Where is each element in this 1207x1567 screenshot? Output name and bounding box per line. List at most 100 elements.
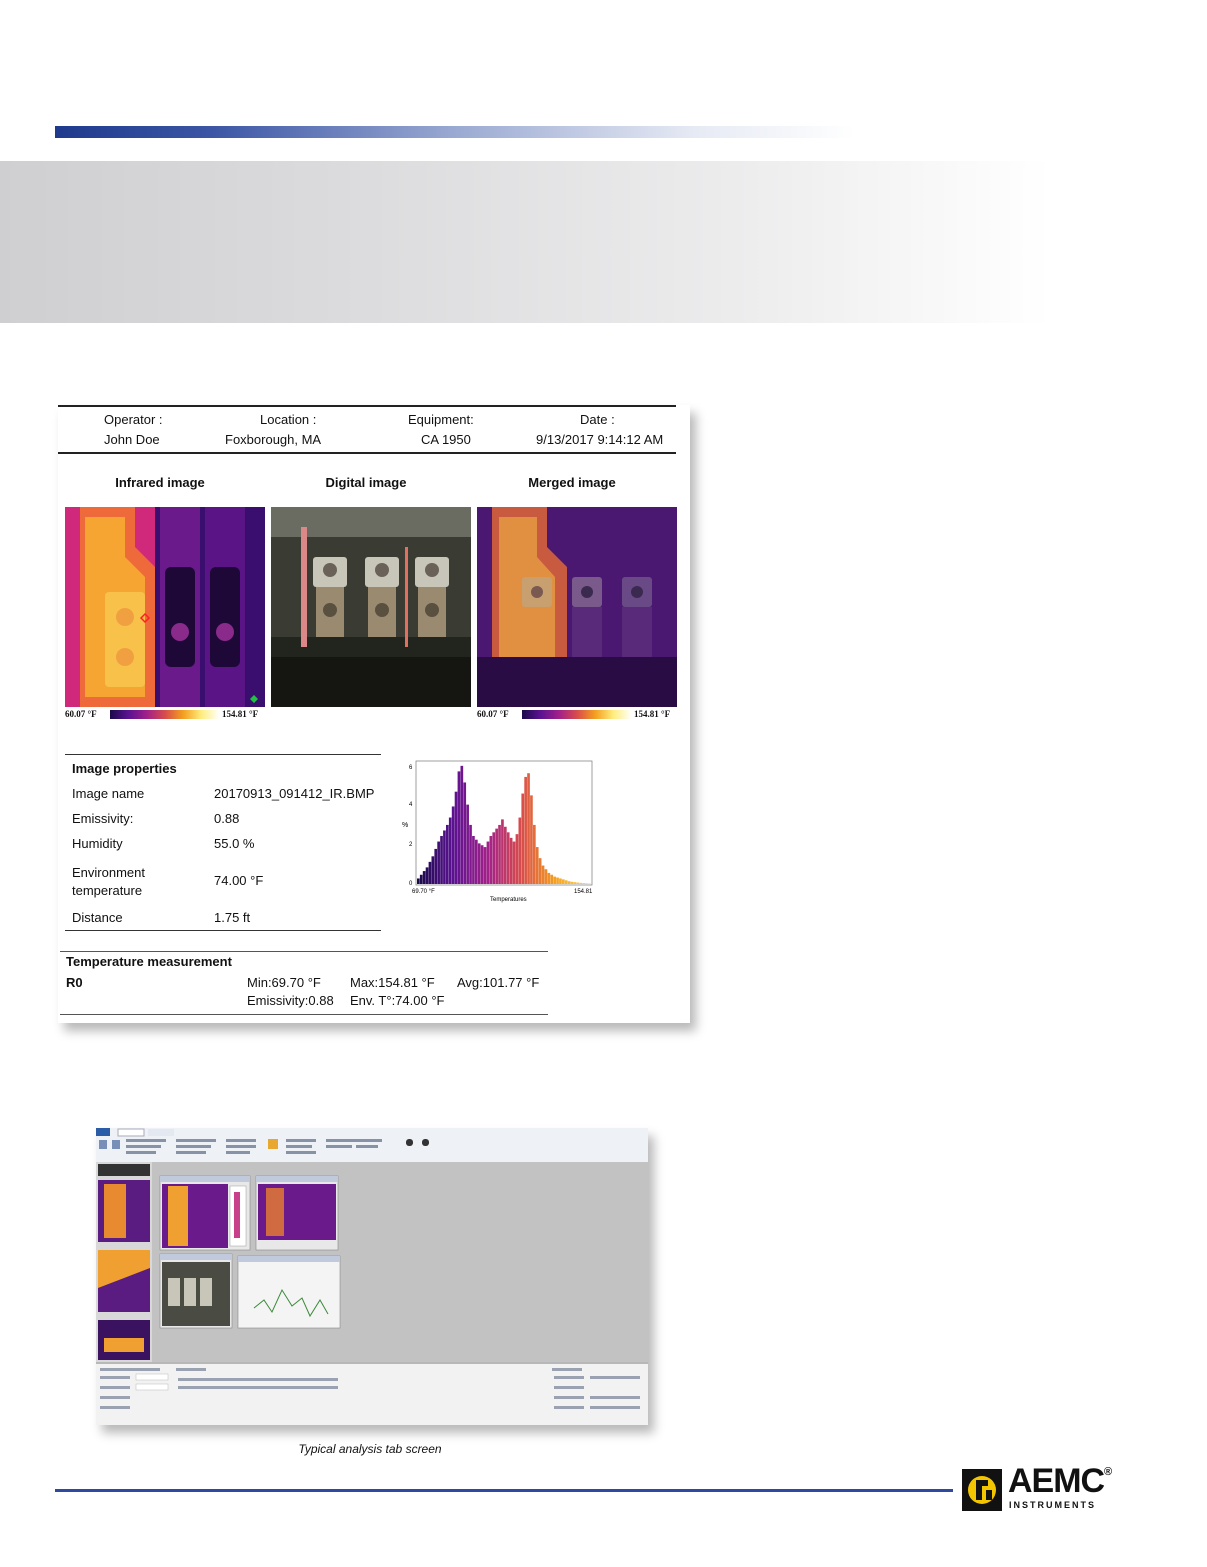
histogram-bar: [564, 880, 568, 884]
histogram-bar: [472, 836, 475, 884]
histogram-bar: [547, 872, 551, 884]
property-value: 1.75 ft: [214, 910, 251, 925]
histogram-bar: [477, 843, 481, 884]
histogram-bar: [422, 871, 426, 884]
temperature-bottom-rule: [60, 1014, 548, 1015]
properties-bottom-rule: [65, 930, 381, 931]
histogram-bar: [562, 879, 565, 884]
digital-caption: Digital image: [325, 475, 407, 490]
histogram-bar: [573, 882, 577, 884]
histogram-bar: [434, 848, 438, 884]
histogram-ytick: 4: [409, 802, 413, 808]
histogram-xmax: 154.81: [574, 889, 593, 895]
header-gray-band: [0, 161, 1050, 323]
histogram-bar: [492, 832, 496, 884]
histogram-bar: [440, 836, 443, 884]
equipment-value: CA 1950: [421, 432, 471, 447]
histogram-bar: [576, 882, 580, 884]
operator-value: John Doe: [104, 432, 160, 447]
histogram-bar: [498, 824, 501, 884]
histogram-bar: [515, 834, 519, 884]
merged-scale: 60.07 °F 154.81 °F: [477, 709, 677, 721]
property-label: Emissivity:: [72, 811, 134, 826]
report-header-rule: [58, 452, 676, 454]
scale-min-label: 60.07 °F: [65, 709, 97, 719]
histogram-bar: [585, 883, 588, 884]
location-value: Foxborough, MA: [225, 432, 322, 447]
infrared-image: [65, 507, 265, 707]
histogram-bar: [521, 793, 525, 884]
property-label: Distance: [72, 910, 123, 925]
date-label: Date :: [580, 412, 615, 427]
logo-subtitle: INSTRUMENTS: [1009, 1500, 1096, 1510]
histogram-bar: [579, 882, 583, 884]
report-top-rule: [58, 405, 676, 407]
histogram-ylabel: %: [402, 822, 408, 829]
histogram-bar: [443, 830, 446, 884]
temperature-title: Temperature measurement: [66, 954, 232, 969]
temperature-top-rule: [60, 951, 548, 952]
date-value: 9/13/2017 9:14:12 AM: [536, 432, 664, 447]
histogram-bar: [489, 836, 493, 884]
histogram-bar: [533, 824, 536, 884]
histogram-bar: [556, 877, 559, 884]
infrared-scale: 60.07 °F 154.81 °F: [65, 709, 265, 721]
histogram-xmin: 69.70 °F: [412, 889, 435, 895]
histogram-bar: [437, 841, 440, 884]
histogram-ytick: 2: [409, 842, 413, 848]
histogram-bar: [559, 878, 562, 884]
histogram-bar: [570, 881, 574, 884]
histogram-bar: [469, 824, 472, 884]
infrared-caption: Infrared image: [115, 475, 205, 490]
histogram-bar: [457, 771, 461, 884]
histogram-bar: [448, 817, 452, 884]
histogram-bar: [480, 845, 484, 884]
histogram-bar: [451, 806, 455, 884]
report-figure: Operator : Location : Equipment: Date : …: [58, 405, 690, 1023]
histogram-bar: [425, 867, 429, 884]
histogram-bar: [486, 841, 490, 884]
histogram-bar: [538, 858, 542, 884]
histogram-bar: [524, 776, 527, 884]
location-label: Location :: [260, 412, 317, 427]
footer-rule: [55, 1489, 953, 1492]
merged-image: [477, 507, 677, 707]
logo-name: AEMC: [1008, 1462, 1105, 1500]
histogram-bar: [417, 878, 420, 884]
histogram-bar: [446, 824, 449, 884]
histogram-ytick: 6: [409, 765, 413, 771]
histogram-bar: [483, 847, 487, 884]
histogram-bar: [553, 876, 556, 884]
histogram-bar: [527, 773, 530, 884]
max-temp: Max:154.81 °F: [350, 975, 435, 990]
histogram-bar: [475, 839, 478, 884]
scale-max-label: 154.81 °F: [634, 709, 671, 719]
histogram-bar: [567, 881, 571, 884]
property-value: 55.0 %: [214, 836, 255, 851]
scale-max-label: 154.81 °F: [222, 709, 259, 719]
histogram-bar: [541, 865, 545, 884]
analysis-software-screenshot: [96, 1128, 648, 1425]
merged-caption: Merged image: [528, 475, 616, 490]
scale-gradient: [110, 710, 220, 719]
histogram-bar: [512, 841, 516, 884]
operator-label: Operator :: [104, 412, 163, 427]
equipment-label: Equipment:: [408, 412, 474, 427]
histogram-bar: [550, 874, 554, 884]
properties-title: Image properties: [72, 761, 177, 776]
histogram-bar: [463, 782, 467, 884]
histogram-bar: [419, 874, 423, 884]
histogram-bar: [504, 826, 507, 884]
property-value: 20170913_091412_IR.BMP: [214, 786, 375, 801]
histogram-bar: [428, 861, 432, 884]
min-temp: Min:69.70 °F: [247, 975, 321, 990]
screenshot-caption: Typical analysis tab screen: [298, 1442, 442, 1456]
property-value: 0.88: [214, 811, 240, 826]
property-value: 74.00 °F: [214, 873, 264, 888]
scale-gradient: [522, 710, 632, 719]
histogram-ytick: 0: [409, 881, 413, 887]
avg-temp: Avg:101.77 °F: [457, 975, 540, 990]
histogram-bar: [506, 832, 510, 884]
histogram-xlabel: Temperatures: [490, 897, 527, 903]
properties-top-rule: [65, 754, 381, 755]
